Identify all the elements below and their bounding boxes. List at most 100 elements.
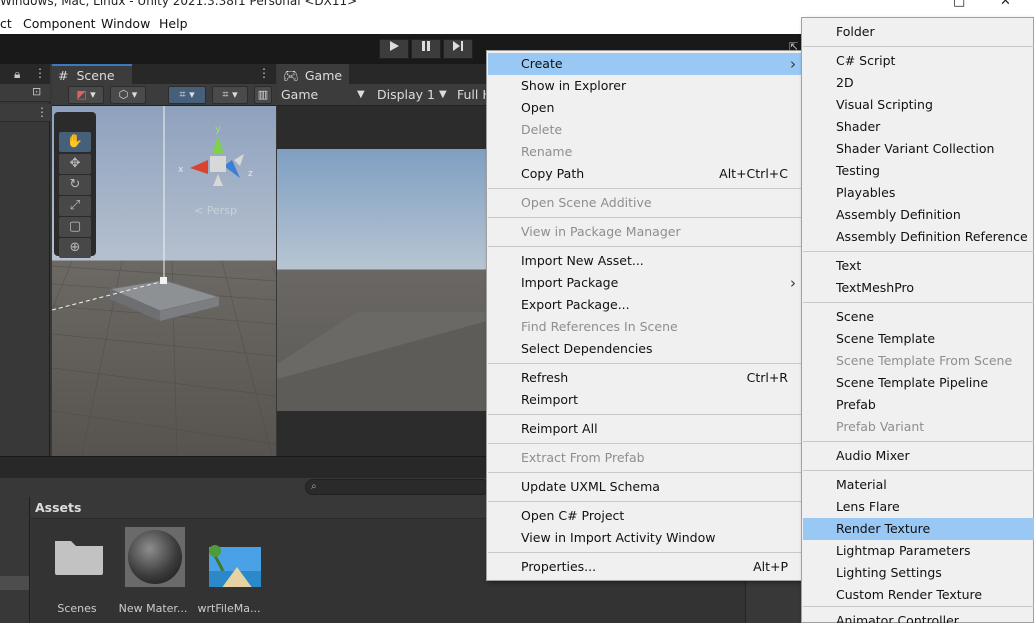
- draw-mode-dropdown[interactable]: ◩ ▾: [68, 86, 104, 104]
- increment-snap-button[interactable]: ▥: [254, 86, 272, 104]
- game-viewport[interactable]: [277, 106, 487, 456]
- asset-new-material[interactable]: New Mater...: [113, 527, 193, 617]
- ctx-item-view-in-import-activity-window[interactable]: View in Import Activity Window: [488, 527, 802, 549]
- ctx-item-export-package[interactable]: Export Package...: [488, 294, 802, 316]
- menu-item-label: Scene Template Pipeline: [836, 375, 989, 390]
- create-item-audio-mixer[interactable]: Audio Mixer: [803, 445, 1034, 467]
- asset-label: wrtFileMa...: [197, 602, 261, 615]
- ctx-item-properties[interactable]: Properties... Alt+P: [488, 556, 802, 578]
- create-item-shader-variant-collection[interactable]: Shader Variant Collection: [803, 138, 1034, 160]
- svg-text:z: z: [248, 169, 253, 179]
- create-item-visual-scripting[interactable]: Visual Scripting: [803, 94, 1034, 116]
- create-item-lighting-settings[interactable]: Lighting Settings: [803, 562, 1034, 584]
- menu-item-label: Visual Scripting: [836, 97, 933, 112]
- selected-folder-row[interactable]: [0, 576, 29, 590]
- close-button[interactable]: ✕: [1000, 0, 1011, 9]
- create-item-scene-template[interactable]: Scene Template: [803, 328, 1034, 350]
- lock-icon[interactable]: 🔒︎: [14, 67, 20, 82]
- menu-help[interactable]: Help: [159, 16, 188, 31]
- pause-button[interactable]: [411, 39, 441, 59]
- create-item-lens-flare[interactable]: Lens Flare: [803, 496, 1034, 518]
- hand-tool[interactable]: ✋: [59, 132, 91, 152]
- rect-tool[interactable]: ▢: [59, 217, 91, 237]
- persp-label[interactable]: < Persp: [194, 204, 237, 217]
- more-menu-icon[interactable]: ⋮: [34, 66, 46, 80]
- video-clip-icon: [209, 545, 261, 587]
- ctx-item-reimport[interactable]: Reimport: [488, 389, 802, 411]
- create-item-c-script[interactable]: C# Script: [803, 50, 1034, 72]
- scene-viewport[interactable]: y x z ✋ ✥ ↻ ⤢ ▢ ⊕ < Persp: [52, 106, 276, 456]
- menu-item-label: Audio Mixer: [836, 448, 910, 463]
- menu-item-label: Playables: [836, 185, 896, 200]
- create-item-scene[interactable]: Scene: [803, 306, 1034, 328]
- create-item-shader[interactable]: Shader: [803, 116, 1034, 138]
- ctx-item-import-new-asset[interactable]: Import New Asset...: [488, 250, 802, 272]
- transform-icon: ⌗: [179, 88, 186, 101]
- menu-window[interactable]: Window: [101, 16, 150, 31]
- display-dropdown[interactable]: Display 1 ▼: [377, 85, 451, 104]
- transform-tool[interactable]: ⊕: [59, 238, 91, 258]
- chevron-down-icon: ▼: [439, 89, 447, 100]
- create-item-textmeshpro[interactable]: TextMeshPro: [803, 277, 1034, 299]
- rotate-tool[interactable]: ↻: [59, 175, 91, 195]
- create-item-folder[interactable]: Folder: [803, 21, 1034, 43]
- assets-header-label[interactable]: Assets: [35, 500, 81, 515]
- create-item-assembly-definition[interactable]: Assembly Definition: [803, 204, 1034, 226]
- create-item-assembly-definition-reference[interactable]: Assembly Definition Reference: [803, 226, 1034, 248]
- search-options-icon[interactable]: ⊡: [32, 85, 41, 98]
- menu-item-label: TextMeshPro: [836, 280, 915, 295]
- create-item-material[interactable]: Material: [803, 474, 1034, 496]
- aspect-dropdown[interactable]: Full H: [457, 85, 487, 104]
- create-item-render-texture[interactable]: Render Texture: [803, 518, 1034, 540]
- ctx-item-update-uxml-schema[interactable]: Update UXML Schema: [488, 476, 802, 498]
- ctx-item-open[interactable]: Open: [488, 97, 802, 119]
- create-item-scene-template-pipeline[interactable]: Scene Template Pipeline: [803, 372, 1034, 394]
- create-item-playables[interactable]: Playables: [803, 182, 1034, 204]
- game-ground-graphic: [277, 312, 487, 411]
- menu-item-label: Open C# Project: [521, 508, 625, 523]
- menu-item-label: Select Dependencies: [521, 341, 653, 356]
- tab-game[interactable]: 🎮︎ Game: [277, 64, 349, 84]
- tab-scene[interactable]: # Scene: [52, 64, 132, 84]
- ctx-item-copy-path[interactable]: Copy Path Alt+Ctrl+C: [488, 163, 802, 185]
- create-item-testing[interactable]: Testing: [803, 160, 1034, 182]
- create-item-prefab[interactable]: Prefab: [803, 394, 1034, 416]
- create-item-2d[interactable]: 2D: [803, 72, 1034, 94]
- scene-more-icon[interactable]: ⋮: [36, 105, 48, 119]
- menu-assets[interactable]: ct: [0, 16, 12, 31]
- asset-video-clip[interactable]: wrtFileMa...: [189, 527, 269, 617]
- play-button[interactable]: [379, 39, 409, 59]
- asset-scenes[interactable]: Scenes: [37, 527, 117, 617]
- maximize-button[interactable]: □: [953, 0, 965, 9]
- scene-more-icon[interactable]: ⋮: [258, 66, 270, 80]
- hierarchy-search-row[interactable]: ⊡: [0, 84, 50, 102]
- ctx-item-import-package[interactable]: Import Package ›: [488, 272, 802, 294]
- ctx-item-create[interactable]: Create ›: [488, 53, 802, 75]
- step-button[interactable]: [443, 39, 473, 59]
- create-item-animator-controller[interactable]: Animator Controller: [803, 610, 1034, 623]
- menu-separator: [488, 443, 802, 444]
- hierarchy-scene-row[interactable]: ⋮: [0, 104, 50, 122]
- ctx-item-select-dependencies[interactable]: Select Dependencies: [488, 338, 802, 360]
- grid-snapping-dropdown[interactable]: ⌗ ▾: [212, 86, 248, 104]
- ctx-item-refresh[interactable]: Refresh Ctrl+R: [488, 367, 802, 389]
- scene-tool-palette: ✋ ✥ ↻ ⤢ ▢ ⊕: [54, 112, 96, 258]
- ctx-item-show-in-explorer[interactable]: Show in Explorer: [488, 75, 802, 97]
- shading-dropdown[interactable]: ⬡ ▾: [110, 86, 146, 104]
- project-search-input[interactable]: ⌕: [305, 479, 490, 495]
- menu-component[interactable]: Component: [23, 16, 96, 31]
- create-item-text[interactable]: Text: [803, 255, 1034, 277]
- create-item-custom-render-texture[interactable]: Custom Render Texture: [803, 584, 1034, 606]
- menu-item-label: Lighting Settings: [836, 565, 942, 580]
- game-mode-dropdown[interactable]: Game ▼: [281, 85, 367, 104]
- move-tool[interactable]: ✥: [59, 154, 91, 174]
- hierarchy-tab[interactable]: 🔒︎ ⋮: [0, 64, 50, 84]
- menu-item-label: Import New Asset...: [521, 253, 644, 268]
- shortcut-label: Alt+P: [753, 559, 788, 574]
- scale-tool[interactable]: ⤢: [59, 196, 91, 216]
- move-tool-toggle[interactable]: ⌗ ▾: [168, 86, 206, 104]
- menu-item-label: Lens Flare: [836, 499, 900, 514]
- ctx-item-reimport-all[interactable]: Reimport All: [488, 418, 802, 440]
- ctx-item-open-c-project[interactable]: Open C# Project: [488, 505, 802, 527]
- create-item-lightmap-parameters[interactable]: Lightmap Parameters: [803, 540, 1034, 562]
